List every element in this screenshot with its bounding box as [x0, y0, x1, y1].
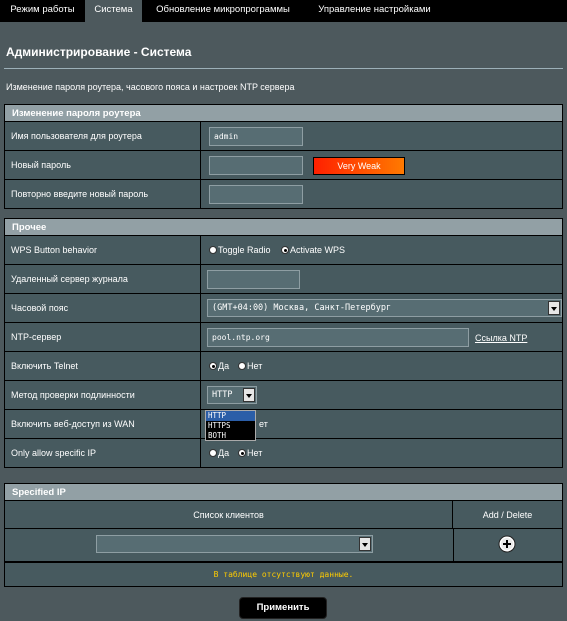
tab-settings-management[interactable]: Управление настройками — [304, 0, 445, 22]
auth-option-http[interactable]: HTTP — [206, 411, 255, 421]
timezone-label: Часовой пояс — [5, 294, 201, 322]
add-delete-column-header: Add / Delete — [452, 501, 563, 529]
wps-row: WPS Button behavior Toggle Radio Activat… — [4, 236, 563, 265]
telnet-label: Включить Telnet — [5, 352, 201, 380]
auth-option-https[interactable]: HTTPS — [206, 421, 255, 431]
ntp-row: NTP-сервер pool.ntp.org Ссылка NTP — [4, 323, 563, 352]
radio-unchecked-icon — [209, 246, 217, 254]
telnet-yes-option[interactable]: Да — [209, 361, 229, 371]
add-icon[interactable] — [496, 534, 518, 554]
telnet-no-option[interactable]: Нет — [238, 361, 262, 371]
password-section-header: Изменение пароля роутера — [4, 104, 563, 122]
auth-method-row: Метод проверки подлинности HTTP — [4, 381, 563, 410]
auth-method-dropdown: HTTP HTTPS BOTH — [205, 410, 256, 441]
syslog-server-input[interactable] — [207, 270, 300, 289]
wan-no-label: ет — [259, 419, 268, 429]
tab-firmware-upgrade[interactable]: Обновление микропрограммы — [142, 0, 304, 22]
auth-method-label: Метод проверки подлинности — [5, 381, 201, 409]
wps-activate-option[interactable]: Activate WPS — [281, 245, 345, 255]
timezone-row: Часовой пояс (GMT+04:00) Москва, Санкт-П… — [4, 294, 563, 323]
column-divider — [453, 529, 454, 561]
specific-ip-no-label: Нет — [247, 448, 263, 458]
wps-activate-label: Activate WPS — [290, 245, 346, 255]
radio-unchecked-icon — [209, 449, 217, 457]
username-row: Имя пользователя для роутера admin — [4, 122, 563, 151]
wan-access-row: Включить веб-доступ из WAN ет — [4, 410, 563, 439]
empty-table-message: В таблице отсутствуют данные. — [4, 562, 563, 587]
password-strength-badge: Very Weak — [313, 157, 405, 175]
wps-toggle-radio-option[interactable]: Toggle Radio — [209, 245, 271, 255]
wan-no-option[interactable]: ет — [259, 419, 268, 429]
new-password-input[interactable] — [209, 156, 303, 175]
telnet-no-label: Нет — [247, 361, 263, 371]
ntp-link[interactable]: Ссылка NTP — [475, 333, 527, 343]
specific-ip-row: Only allow specific IP Да Нет — [4, 439, 563, 468]
auth-method-value: HTTP — [212, 390, 233, 400]
clients-column-header: Список клиентов — [4, 501, 453, 529]
specified-ip-header: Specified IP — [4, 483, 563, 501]
wps-toggle-radio-label: Toggle Radio — [218, 245, 271, 255]
confirm-password-label: Повторно введите новый пароль — [5, 180, 201, 208]
tab-system[interactable]: Система — [85, 0, 142, 22]
title-divider — [4, 68, 563, 69]
radio-checked-icon — [238, 449, 246, 457]
confirm-password-input[interactable] — [209, 185, 303, 204]
telnet-row: Включить Telnet Да Нет — [4, 352, 563, 381]
tab-operation-mode[interactable]: Режим работы — [0, 0, 85, 22]
syslog-label: Удаленный сервер журнала — [5, 265, 201, 293]
specific-ip-yes-label: Да — [218, 448, 230, 458]
wps-label: WPS Button behavior — [5, 236, 201, 264]
tab-bar: Режим работы Система Обновление микропро… — [0, 0, 567, 22]
new-password-label: Новый пароль — [5, 151, 201, 179]
timezone-select[interactable]: (GMT+04:00) Москва, Санкт-Петербург — [207, 299, 562, 317]
page-title: Администрирование - Система — [6, 45, 192, 59]
chevron-down-icon[interactable] — [548, 301, 560, 315]
telnet-yes-label: Да — [218, 361, 230, 371]
specific-ip-no-option[interactable]: Нет — [238, 448, 262, 458]
apply-button[interactable]: Применить — [239, 597, 327, 619]
confirm-password-row: Повторно введите новый пароль — [4, 180, 563, 209]
chevron-down-icon[interactable] — [359, 537, 371, 551]
username-input[interactable]: admin — [209, 127, 303, 146]
page-subtitle: Изменение пароля роутера, часового пояса… — [6, 82, 295, 92]
client-list-select[interactable] — [96, 535, 373, 553]
radio-unchecked-icon — [238, 362, 246, 370]
username-label: Имя пользователя для роутера — [5, 122, 201, 150]
ntp-server-input[interactable]: pool.ntp.org — [207, 328, 469, 347]
radio-checked-icon — [281, 246, 289, 254]
specific-ip-label: Only allow specific IP — [5, 439, 201, 467]
radio-checked-icon — [209, 362, 217, 370]
new-password-row: Новый пароль Very Weak — [4, 151, 563, 180]
timezone-value: (GMT+04:00) Москва, Санкт-Петербург — [212, 303, 392, 313]
specific-ip-yes-option[interactable]: Да — [209, 448, 229, 458]
misc-section-header: Прочее — [4, 218, 563, 236]
ntp-label: NTP-сервер — [5, 323, 201, 351]
auth-option-both[interactable]: BOTH — [206, 431, 255, 441]
wan-access-label: Включить веб-доступ из WAN — [5, 410, 201, 438]
chevron-down-icon[interactable] — [243, 388, 255, 402]
auth-method-select[interactable]: HTTP — [207, 386, 257, 404]
syslog-row: Удаленный сервер журнала — [4, 265, 563, 294]
